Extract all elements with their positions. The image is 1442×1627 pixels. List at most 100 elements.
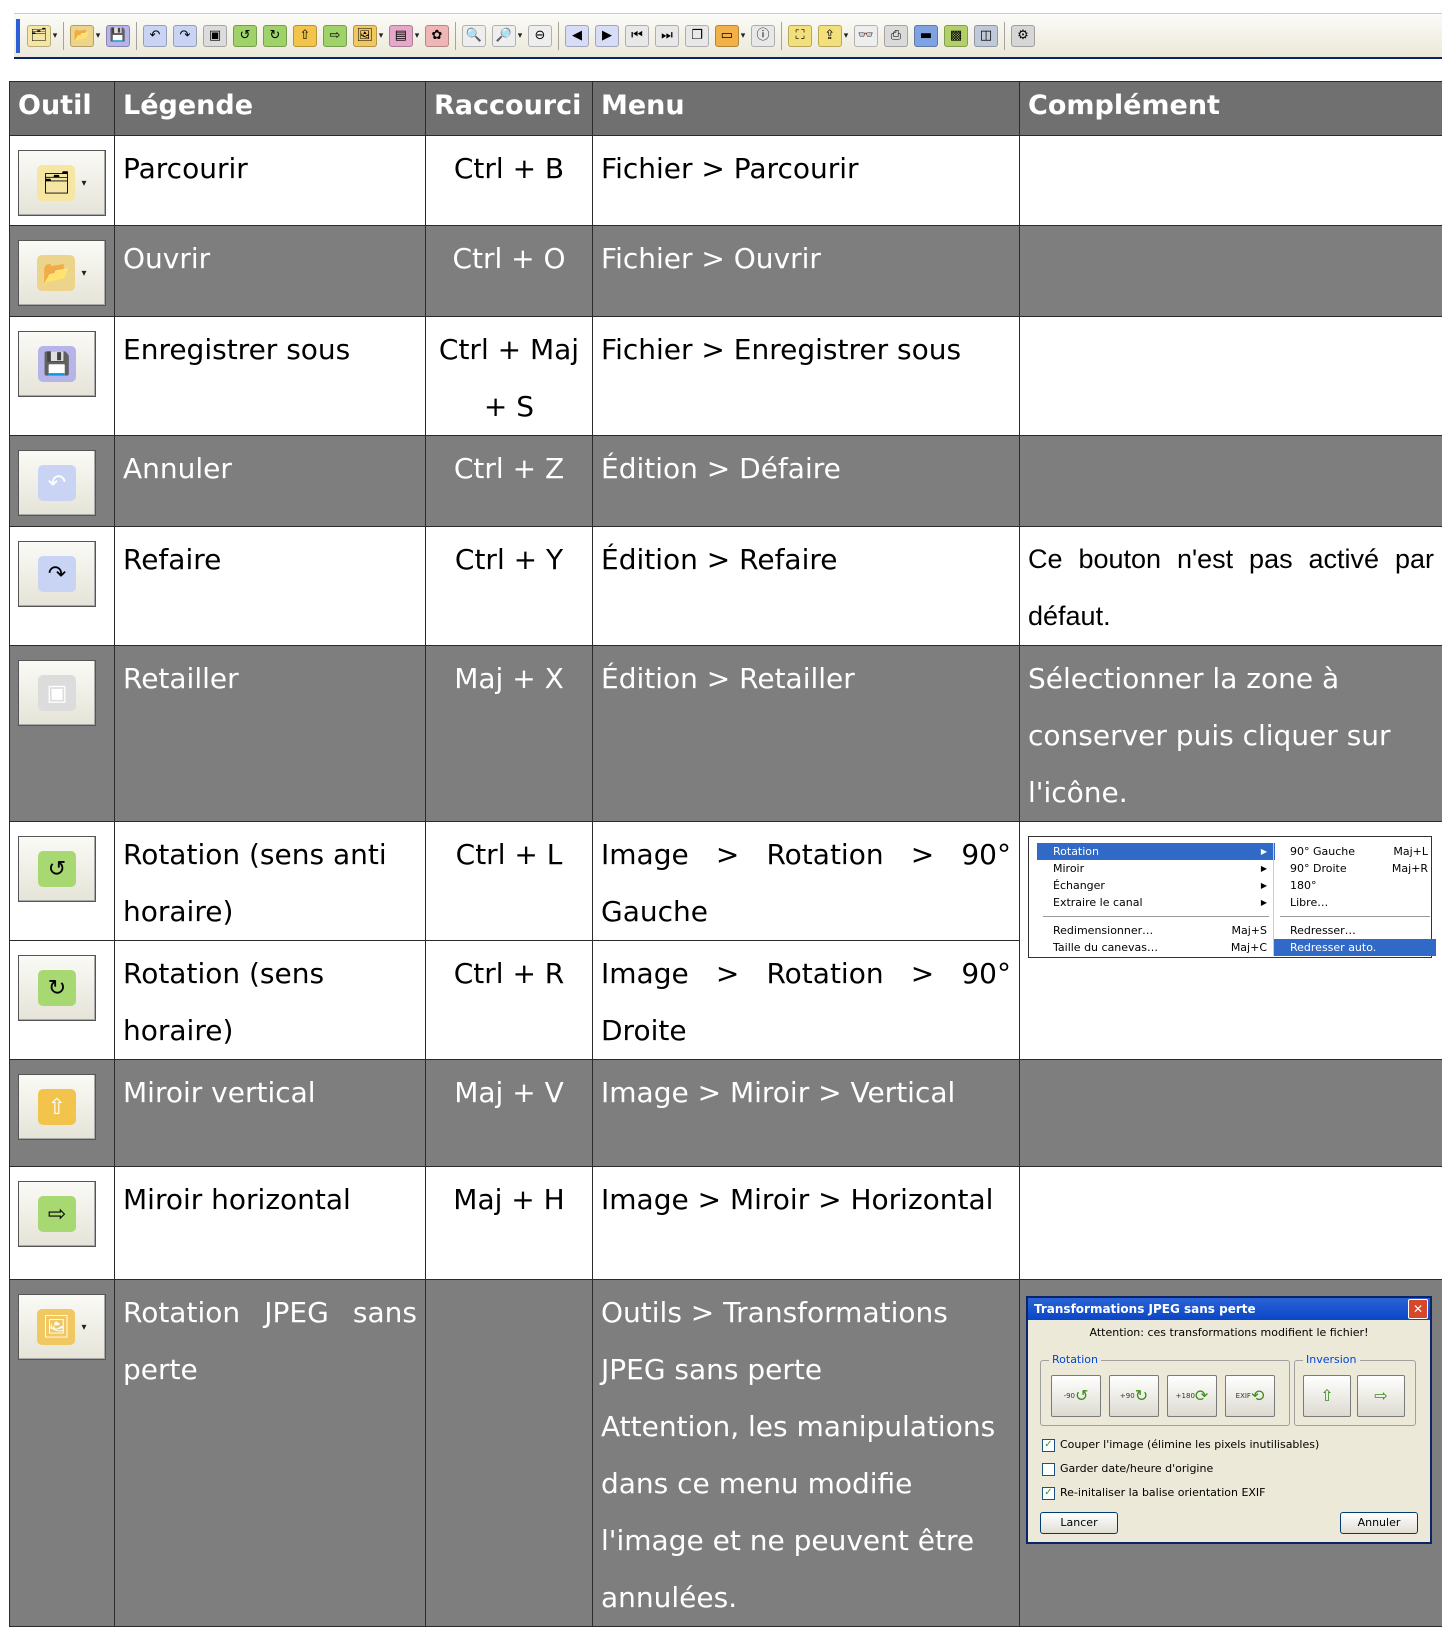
rotate-exif-button[interactable]: EXIF⟲ xyxy=(1225,1375,1275,1417)
tool-button-crop[interactable]: ▣ xyxy=(18,660,96,726)
menu-item[interactable]: Redresser… xyxy=(1274,922,1436,939)
toolbar-button-undo[interactable]: ↶ xyxy=(141,22,169,50)
tool-button-redo[interactable]: ↷ xyxy=(18,541,96,607)
tool-button-rotate-left[interactable]: ↺ xyxy=(18,836,96,902)
chevron-down-icon[interactable]: ▾ xyxy=(415,31,420,41)
tool-button-undo[interactable]: ↶ xyxy=(18,450,96,516)
toolbar-button-save-as[interactable]: 💾 xyxy=(104,22,132,50)
flip-vertical-button[interactable]: ⇧ xyxy=(1303,1375,1351,1417)
toolbar-button-open-folder[interactable]: 📂▾ xyxy=(68,22,102,50)
chevron-down-icon[interactable]: ▾ xyxy=(741,31,746,41)
tool-button-browse[interactable]: 🗂▾ xyxy=(18,150,106,216)
toolbar-button-redo[interactable]: ↷ xyxy=(171,22,199,50)
toolbar-button-thumbnails[interactable]: ▩ xyxy=(942,22,970,50)
toolbar-button-wallpaper[interactable]: ◫ xyxy=(972,22,1000,50)
toolbar-button-previous[interactable]: ◀ xyxy=(563,22,591,50)
caption-cell: Refaire xyxy=(115,527,426,646)
chevron-down-icon[interactable]: ▾ xyxy=(379,31,384,41)
menu-item[interactable]: Taille du canevas…Maj+C xyxy=(1037,939,1275,956)
toolbar-button-copy-window[interactable]: ❐ xyxy=(683,22,711,50)
chevron-down-icon[interactable]: ▾ xyxy=(81,245,86,302)
save-as-icon: 💾 xyxy=(38,346,76,382)
caption-cell: Enregistrer sous xyxy=(115,317,426,436)
rotate-180-button[interactable]: +180⟳ xyxy=(1167,1375,1217,1417)
checkbox-box[interactable]: ✓ xyxy=(1042,1487,1055,1500)
toolbar-button-binoculars[interactable]: 👓 xyxy=(852,22,880,50)
dialog-title-bar[interactable]: Transformations JPEG sans perte ✕ xyxy=(1028,1298,1430,1320)
toolbar-button-effects[interactable]: ✿ xyxy=(423,22,451,50)
chevron-down-icon[interactable]: ▾ xyxy=(518,31,523,41)
menu-item[interactable]: Extraire le canal▶ xyxy=(1037,894,1275,911)
toolbar-button-fullscreen[interactable]: ⛶ xyxy=(786,22,814,50)
browse-icon: 🗂 xyxy=(37,165,75,201)
menu-item-label: 90° Droite xyxy=(1290,860,1347,877)
toolbar-button-last[interactable]: ⏭ xyxy=(653,22,681,50)
toolbar-button-zoom-fit[interactable]: 🔎▾ xyxy=(490,22,524,50)
tool-button-rotate-right[interactable]: ↻ xyxy=(18,955,96,1021)
checkbox-box[interactable] xyxy=(1042,1463,1055,1476)
toolbar-button-zoom-in[interactable]: 🔍 xyxy=(460,22,488,50)
toolbar-button-slideshow[interactable]: ▭▾ xyxy=(713,22,747,50)
rotate-minus-90-button[interactable]: -90↺ xyxy=(1051,1375,1101,1417)
flip-horizontal-button[interactable]: ⇨ xyxy=(1357,1375,1405,1417)
inversion-group: Inversion ⇧⇨ xyxy=(1294,1360,1416,1426)
toolbar-button-crop[interactable]: ▣ xyxy=(201,22,229,50)
menu-item[interactable]: 180° xyxy=(1274,877,1436,894)
menu-item[interactable]: 90° GaucheMaj+L xyxy=(1274,843,1436,860)
chevron-down-icon[interactable]: ▾ xyxy=(53,31,58,41)
rotate-left-icon: ↺ xyxy=(233,25,257,47)
toolbar-button-mirror-horizontal[interactable]: ⇨ xyxy=(321,22,349,50)
menu-item[interactable]: Miroir▶ xyxy=(1037,860,1275,877)
toolbar-button-print[interactable]: ⎙ xyxy=(882,22,910,50)
tools-table: Outil Légende Raccourci Menu Complément … xyxy=(9,81,1442,1627)
menu-item-label: Libre… xyxy=(1290,894,1328,911)
tool-button-jpeg-lossless[interactable]: 🖼▾ xyxy=(18,1294,106,1360)
menu-item[interactable]: Échanger▶ xyxy=(1037,877,1275,894)
tool-button-mirror-horizontal[interactable]: ⇨ xyxy=(18,1181,96,1247)
menu-path: Fichier > Ouvrir xyxy=(601,230,1011,287)
rotate-plus-90-button[interactable]: +90↻ xyxy=(1109,1375,1159,1417)
chevron-down-icon[interactable]: ▾ xyxy=(96,31,101,41)
menu-path: Fichier > Enregistrer sous xyxy=(601,321,1011,378)
checkbox-box[interactable]: ✓ xyxy=(1042,1439,1055,1452)
toolbar-button-zoom-out[interactable]: ⊖ xyxy=(526,22,554,50)
caption-cell: Parcourir xyxy=(115,136,426,226)
toolbar-button-color[interactable]: ▤▾ xyxy=(387,22,421,50)
toolbar-button-scan[interactable]: ▬ xyxy=(912,22,940,50)
tool-button-open-folder[interactable]: 📂▾ xyxy=(18,240,106,306)
checkbox-crop[interactable]: ✓ Couper l'image (élimine les pixels inu… xyxy=(1042,1438,1319,1452)
toolbar-button-first[interactable]: ⏮ xyxy=(623,22,651,50)
toolbar-button-jpeg-lossless[interactable]: 🖼▾ xyxy=(351,22,385,50)
toolbar-button-browse[interactable]: 🗂▾ xyxy=(25,22,59,50)
chevron-down-icon[interactable]: ▾ xyxy=(81,155,86,212)
toolbar-button-info[interactable]: ⓘ xyxy=(749,22,777,50)
toolbar-button-next[interactable]: ▶ xyxy=(593,22,621,50)
menu-item[interactable]: 90° DroiteMaj+R xyxy=(1274,860,1436,877)
extra-cell: Ce bouton n'est pas activé par défaut. xyxy=(1020,527,1442,646)
checkbox-keep-date[interactable]: Garder date/heure d'origine xyxy=(1042,1462,1213,1476)
chevron-down-icon[interactable]: ▾ xyxy=(844,31,849,41)
toolbar-button-export[interactable]: ⇪▾ xyxy=(816,22,850,50)
cancel-button[interactable]: Annuler xyxy=(1340,1512,1418,1534)
menu-item[interactable]: Redimensionner…Maj+S xyxy=(1037,922,1275,939)
toolbar-button-rotate-right[interactable]: ↻ xyxy=(261,22,289,50)
menu-item[interactable]: Redresser auto. xyxy=(1274,939,1436,956)
run-button[interactable]: Lancer xyxy=(1040,1512,1118,1534)
tool-button-mirror-vertical[interactable]: ⇧ xyxy=(18,1074,96,1140)
toolbar-button-mirror-vertical[interactable]: ⇧ xyxy=(291,22,319,50)
checkbox-reset-exif[interactable]: ✓ Re-initaliser la balise orientation EX… xyxy=(1042,1486,1266,1500)
close-icon[interactable]: ✕ xyxy=(1408,1299,1428,1319)
menu-separator xyxy=(1280,916,1430,917)
extra-cell: Sélectionner la zone à conserver puis cl… xyxy=(1020,646,1442,822)
tool-button-save-as[interactable]: 💾 xyxy=(18,331,96,397)
toolbar-grip[interactable] xyxy=(16,19,20,53)
caption-cell: Rotation (sens horaire) xyxy=(115,941,426,1060)
toolbar-button-rotate-left[interactable]: ↺ xyxy=(231,22,259,50)
menu-item[interactable]: Libre… xyxy=(1274,894,1436,911)
menu-item-label: Échanger xyxy=(1053,877,1105,894)
menu-item[interactable]: Rotation▶ xyxy=(1037,843,1275,860)
chevron-down-icon[interactable]: ▾ xyxy=(81,1299,86,1356)
table-row: ↺Rotation (sens anti horaire)Ctrl + LIma… xyxy=(10,822,1442,941)
toolbar-button-settings[interactable]: ⚙ xyxy=(1009,22,1037,50)
caption-cell: Miroir horizontal xyxy=(115,1167,426,1280)
